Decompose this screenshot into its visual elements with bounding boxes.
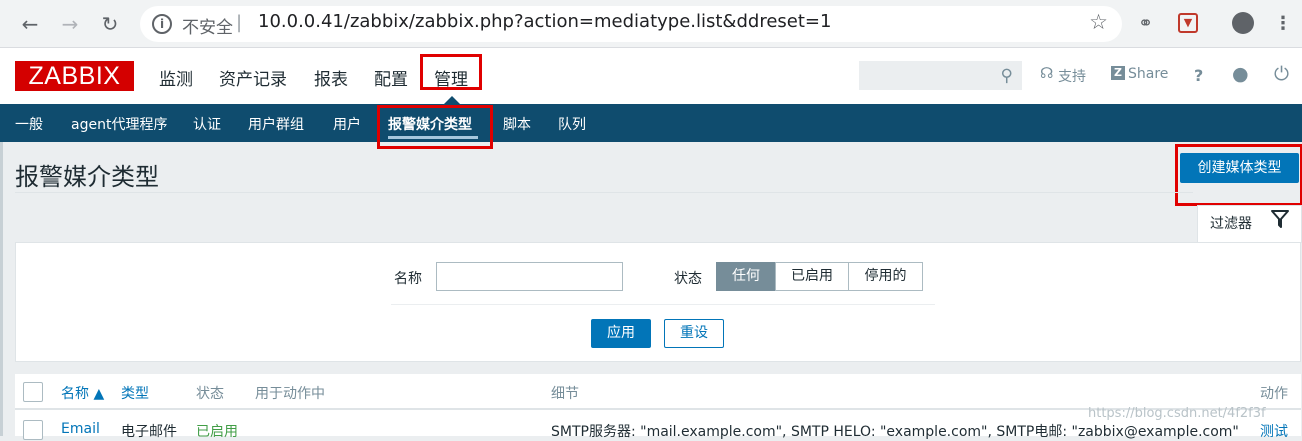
column-type[interactable]: 类型 [121, 383, 149, 403]
apply-button[interactable]: 应用 [591, 319, 651, 348]
info-icon[interactable]: i [152, 14, 172, 34]
separator: | [236, 12, 243, 33]
name-field[interactable] [436, 262, 623, 291]
table-header: 名称 ▲ 类型 状态 用于动作中 细节 动作 [15, 374, 1301, 410]
filter-divider [391, 304, 935, 305]
watermark: https://blog.csdn.net/4f2f3f [1088, 406, 1266, 421]
menu-reports[interactable]: 报表 [314, 65, 348, 90]
admin-submenu: 一般 agent代理程序 认证 用户群组 用户 报警媒介类型 脚本 队列 [0, 104, 1302, 142]
column-used-in-actions: 用于动作中 [255, 386, 325, 402]
row-name-link[interactable]: Email [61, 421, 100, 437]
row-type: 电子邮件 [121, 424, 177, 440]
pocket-icon[interactable]: ▼ [1178, 13, 1198, 33]
select-all-checkbox[interactable] [23, 382, 43, 402]
left-edge-strip [0, 142, 3, 436]
funnel-icon [1271, 210, 1289, 228]
sign-out-icon[interactable]: ⏻ [1274, 63, 1289, 85]
star-icon[interactable]: ☆ [1089, 10, 1108, 34]
submenu-scripts[interactable]: 脚本 [503, 114, 531, 134]
address-bar[interactable]: i 不安全 | 10.0.0.41/zabbix/zabbix.php?acti… [140, 6, 1122, 42]
support-link[interactable]: 支持 [1058, 66, 1086, 86]
share-icon: Z [1111, 66, 1125, 80]
zabbix-header: ZABBIX 监测 资产记录 报表 配置 管理 ⚲ ☊ 支持 Z Share ?… [0, 48, 1302, 104]
submenu-users[interactable]: 用户 [333, 114, 361, 134]
active-menu-caret [444, 96, 460, 104]
page-title: 报警媒介类型 [15, 163, 159, 191]
status-option-disabled[interactable]: 停用的 [848, 262, 923, 291]
profile-icon[interactable] [1232, 12, 1254, 34]
menu-inventory[interactable]: 资产记录 [219, 65, 287, 90]
highlight-media-types [377, 105, 493, 149]
zabbix-logo[interactable]: ZABBIX [15, 61, 134, 91]
row-checkbox[interactable] [23, 420, 43, 440]
browser-toolbar: ← → ↻ i 不安全 | 10.0.0.41/zabbix/zabbix.ph… [0, 0, 1302, 48]
row-status-link[interactable]: 已启用 [196, 421, 238, 441]
forward-icon[interactable]: → [56, 10, 84, 38]
menu-monitoring[interactable]: 监测 [159, 65, 193, 90]
search-icon[interactable]: ⚲ [1001, 66, 1013, 86]
row-test-link[interactable]: 测试 [1260, 421, 1288, 441]
column-details: 细节 [551, 386, 579, 402]
search-input[interactable]: ⚲ [859, 61, 1022, 90]
submenu-general[interactable]: 一般 [15, 114, 43, 134]
row-details: SMTP服务器: "mail.example.com", SMTP HELO: … [551, 424, 1239, 440]
title-divider [15, 192, 1193, 193]
highlight-create-button [1175, 144, 1302, 206]
submenu-authentication[interactable]: 认证 [193, 114, 221, 134]
security-label: 不安全 [182, 18, 233, 38]
filter-tab-label: 过滤器 [1210, 216, 1252, 232]
column-action: 动作 [1260, 386, 1288, 402]
status-label: 状态 [674, 271, 702, 287]
help-icon[interactable]: ? [1194, 66, 1203, 85]
reset-button[interactable]: 重设 [664, 319, 724, 348]
submenu-proxies[interactable]: agent代理程序 [71, 114, 167, 134]
url-text[interactable]: 10.0.0.41/zabbix/zabbix.php?action=media… [258, 11, 831, 32]
back-icon[interactable]: ← [16, 10, 44, 38]
column-status: 状态 [196, 386, 224, 402]
extension-icon[interactable]: ⚭ [1138, 12, 1153, 36]
status-option-any[interactable]: 任何 [716, 262, 776, 291]
share-link[interactable]: Share [1128, 66, 1168, 82]
name-label: 名称 [394, 271, 422, 287]
filter-tab[interactable]: 过滤器 [1197, 205, 1302, 243]
media-types-table: 名称 ▲ 类型 状态 用于动作中 细节 动作 Email 电子邮件 已启用 SM… [15, 374, 1301, 440]
reload-icon[interactable]: ↻ [96, 10, 124, 38]
column-name[interactable]: 名称 ▲ [61, 383, 104, 403]
headset-icon: ☊ [1040, 64, 1054, 82]
user-profile-icon[interactable]: ● [1232, 63, 1249, 85]
filter-panel: 名称 状态 任何 已启用 停用的 应用 重设 [15, 242, 1301, 362]
submenu-queue[interactable]: 队列 [558, 114, 586, 134]
highlight-administration [420, 54, 482, 90]
status-option-enabled[interactable]: 已启用 [775, 262, 849, 291]
more-menu-icon[interactable]: ⋮ [1274, 12, 1292, 36]
submenu-user-groups[interactable]: 用户群组 [248, 114, 304, 134]
menu-configuration[interactable]: 配置 [374, 65, 408, 90]
